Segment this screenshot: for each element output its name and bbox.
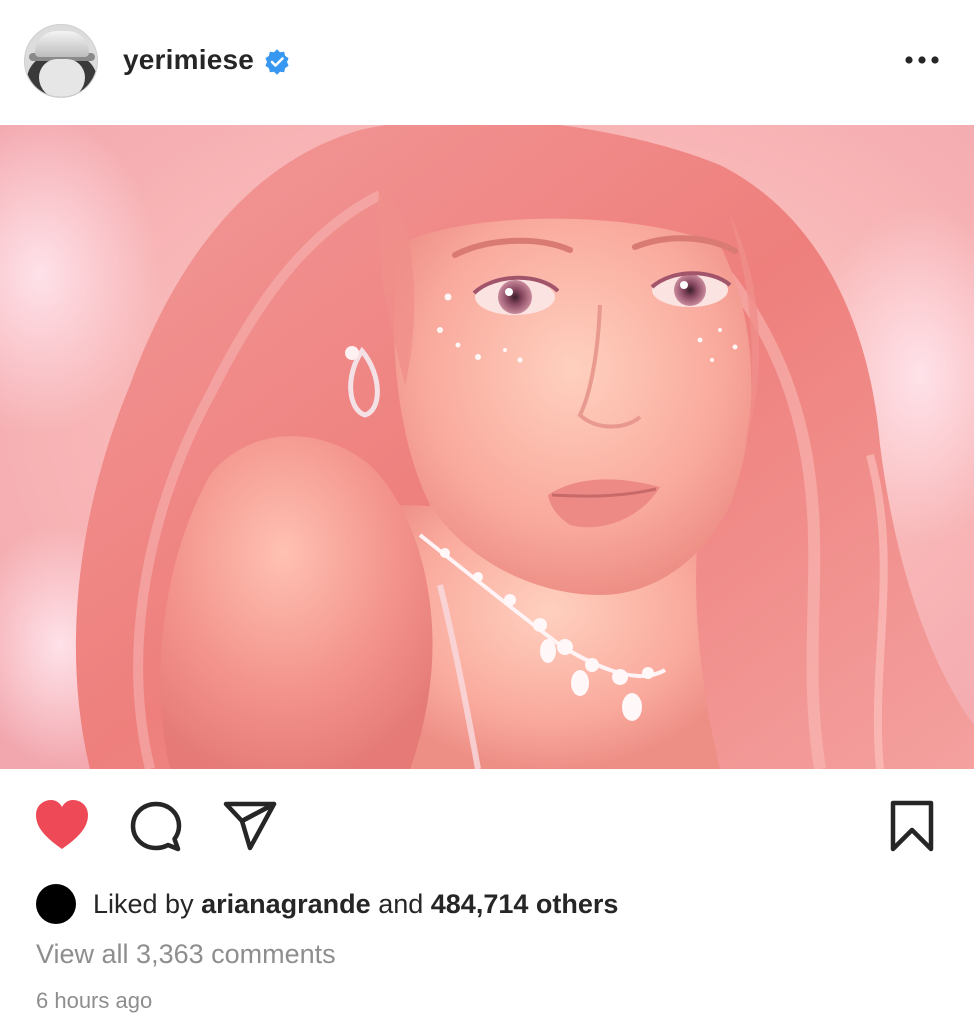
post-photo[interactable] <box>0 125 974 769</box>
comment-icon[interactable] <box>130 801 182 853</box>
bookmark-icon[interactable] <box>888 800 936 852</box>
liker-avatar[interactable] <box>36 884 76 924</box>
photo-image <box>0 125 974 769</box>
likes-line: Liked by arianagrande and 484,714 others <box>36 882 618 926</box>
post-header: yerimiese <box>0 0 974 124</box>
likes-count-link[interactable]: 484,714 others <box>431 889 619 920</box>
view-all-comments-link[interactable]: View all 3,363 comments <box>36 939 336 970</box>
liker-username-link[interactable]: arianagrande <box>201 889 371 920</box>
heart-icon[interactable] <box>34 799 90 851</box>
share-icon[interactable] <box>222 800 278 852</box>
likes-prefix: Liked by <box>93 888 194 919</box>
likes-connector: and <box>378 888 424 919</box>
more-options-icon[interactable] <box>904 52 940 68</box>
post-timestamp: 6 hours ago <box>36 988 153 1013</box>
verified-badge-icon <box>265 49 289 75</box>
username-link[interactable]: yerimiese <box>123 44 254 76</box>
avatar[interactable] <box>24 24 98 98</box>
